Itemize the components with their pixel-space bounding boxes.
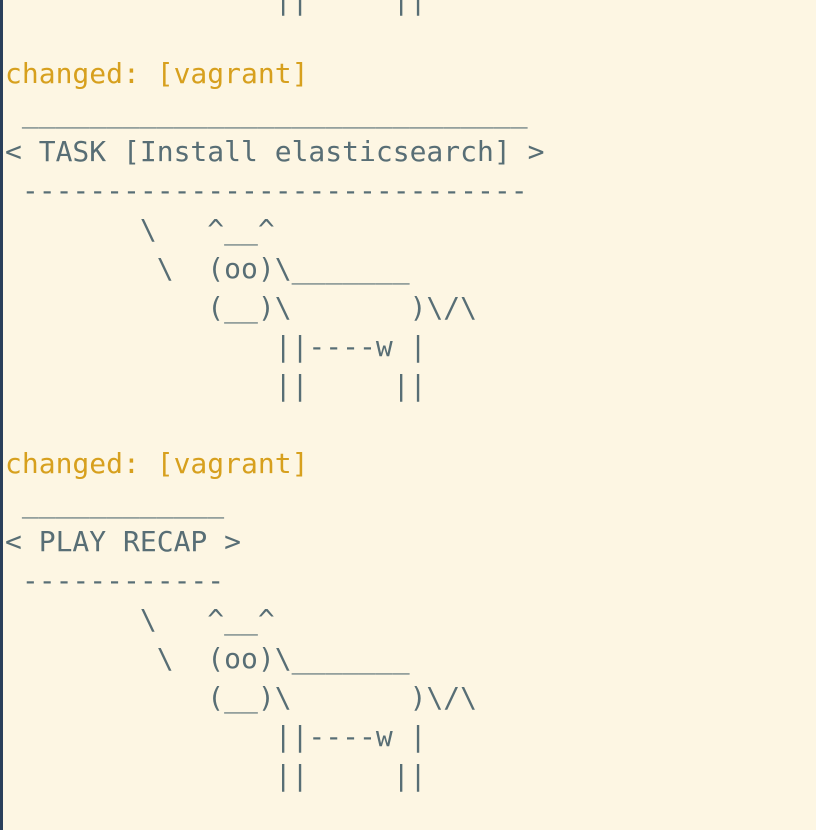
- cowsay-ears-line: \ ^__^: [5, 213, 275, 246]
- changed-status-line: changed: [vagrant]: [5, 57, 309, 90]
- cowsay-body-line: (__)\ )\/\: [5, 681, 478, 714]
- task-banner-top-border: ______________________________: [5, 96, 528, 129]
- recap-banner-title: < PLAY RECAP >: [5, 525, 242, 558]
- cowsay-legs-line: || ||: [5, 369, 427, 402]
- terminal-output[interactable]: || || changed: [vagrant] _______________…: [0, 0, 816, 830]
- cowsay-legs-line: || ||: [5, 0, 427, 19]
- changed-status-line: changed: [vagrant]: [5, 447, 309, 480]
- cowsay-legs-line: || ||: [5, 759, 427, 792]
- cowsay-udder-line: ||----w |: [5, 720, 427, 753]
- recap-banner-bottom-border: ------------: [5, 564, 225, 597]
- task-banner-title: < TASK [Install elasticsearch] >: [5, 135, 545, 168]
- cowsay-face-line: \ (oo)\_______: [5, 642, 410, 675]
- cowsay-body-line: (__)\ )\/\: [5, 291, 478, 324]
- cowsay-udder-line: ||----w |: [5, 330, 427, 363]
- cowsay-ears-line: \ ^__^: [5, 603, 275, 636]
- recap-banner-top-border: ____________: [5, 486, 225, 519]
- cowsay-face-line: \ (oo)\_______: [5, 252, 410, 285]
- task-banner-bottom-border: ------------------------------: [5, 174, 528, 207]
